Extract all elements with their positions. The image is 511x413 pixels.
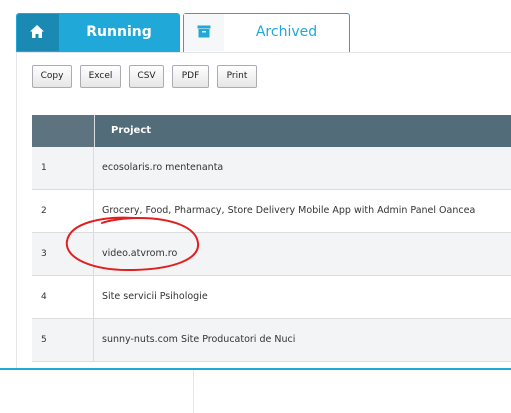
annotation-circle xyxy=(65,216,200,272)
row-number: 1 xyxy=(32,147,94,189)
table-row[interactable]: 4 Site servicii Psihologie xyxy=(32,276,511,319)
row-number: 5 xyxy=(32,319,94,361)
excel-button[interactable]: Excel xyxy=(80,65,121,88)
table-row[interactable]: 5 sunny-nuts.com Site Producatori de Nuc… xyxy=(32,319,511,362)
print-button[interactable]: Print xyxy=(217,65,257,88)
tab-running-label: Running xyxy=(86,24,152,40)
copy-button[interactable]: Copy xyxy=(32,65,72,88)
pdf-button[interactable]: PDF xyxy=(172,65,209,88)
tab-archived-label: Archived xyxy=(255,24,318,40)
tab-archived-icon-box xyxy=(184,14,224,51)
tab-running-icon-box xyxy=(17,14,59,51)
tab-running[interactable]: Running xyxy=(16,13,180,52)
project-name: Site servicii Psihologie xyxy=(102,291,208,302)
row-number: 4 xyxy=(32,276,94,318)
project-name: sunny-nuts.com Site Producatori de Nuci xyxy=(102,334,296,345)
column-header-project[interactable]: Project xyxy=(94,115,511,147)
project-name: ecosolaris.ro mentenanta xyxy=(102,162,224,173)
tab-archived[interactable]: Archived xyxy=(183,13,350,52)
csv-button[interactable]: CSV xyxy=(129,65,164,88)
column-header-number[interactable] xyxy=(32,115,94,147)
archive-icon xyxy=(197,25,211,38)
table-row[interactable]: 1 ecosolaris.ro mentenanta xyxy=(32,147,511,190)
table-header: Project xyxy=(32,115,511,147)
home-icon xyxy=(30,25,44,38)
footer-panel xyxy=(193,370,511,413)
